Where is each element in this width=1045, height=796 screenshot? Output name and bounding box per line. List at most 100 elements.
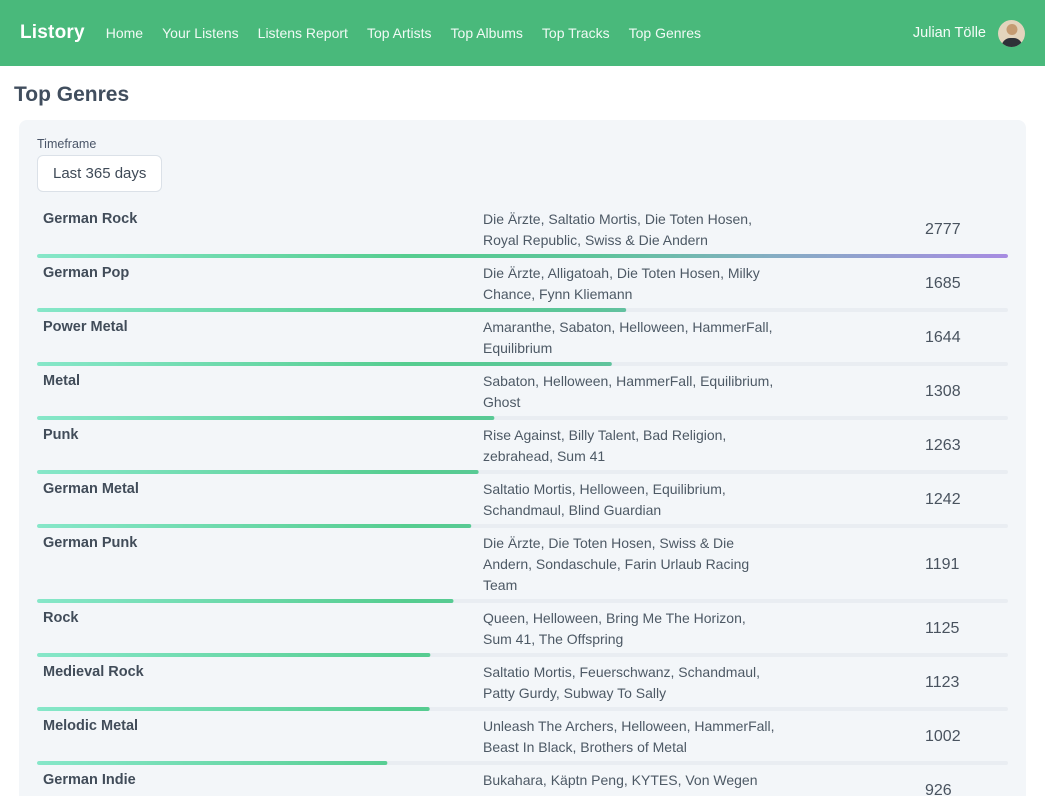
genre-bar-track — [37, 308, 1008, 312]
genre-bar-track — [37, 254, 1008, 258]
genre-artists: Saltatio Mortis, Helloween, Equilibrium,… — [483, 479, 775, 521]
genre-name: German Rock — [43, 209, 483, 230]
genre-row-content: German Rock Die Ärzte, Saltatio Mortis, … — [37, 209, 1008, 251]
genre-bar-track — [37, 416, 1008, 420]
genre-play-count: 1644 — [925, 328, 1002, 348]
genre-artists-column: Saltatio Mortis, Feuerschwanz, Schandmau… — [483, 662, 925, 704]
genre-bar — [37, 470, 1008, 474]
genre-play-count: 926 — [925, 781, 1002, 796]
main-content: Top Genres Timeframe Last 365 days Germa… — [0, 83, 1045, 796]
genre-artists-column: Sabaton, Helloween, HammerFall, Equilibr… — [483, 371, 925, 413]
user-avatar[interactable] — [998, 20, 1025, 47]
genre-artists-column: Die Ärzte, Alligatoah, Die Toten Hosen, … — [483, 263, 925, 305]
genre-row-content: German Indie Bukahara, Käptn Peng, KYTES… — [37, 770, 1008, 796]
genre-row-content: Power Metal Amaranthe, Sabaton, Hellowee… — [37, 317, 1008, 359]
genre-artists-column: Unleash The Archers, Helloween, HammerFa… — [483, 716, 925, 758]
timeframe-label: Timeframe — [37, 137, 1008, 151]
genre-row: German Metal Saltatio Mortis, Helloween,… — [37, 479, 1008, 528]
genre-row-content: German Pop Die Ärzte, Alligatoah, Die To… — [37, 263, 1008, 305]
genre-play-count: 1308 — [925, 382, 1002, 402]
genre-play-count: 2777 — [925, 220, 1002, 240]
genre-name: Punk — [43, 425, 483, 446]
genre-artists: Unleash The Archers, Helloween, HammerFa… — [483, 716, 775, 758]
genre-artists: Bukahara, Käptn Peng, KYTES, Von Wegen L… — [483, 770, 775, 796]
top-navigation-bar: Listory Home Your Listens Listens Report To… — [0, 0, 1045, 66]
timeframe-select[interactable]: Last 365 days — [37, 155, 162, 192]
genre-artists-column: Bukahara, Käptn Peng, KYTES, Von Wegen L… — [483, 770, 925, 796]
genre-row: Metal Sabaton, Helloween, HammerFall, Eq… — [37, 371, 1008, 420]
genre-row: Power Metal Amaranthe, Sabaton, Hellowee… — [37, 317, 1008, 366]
genre-row: Rock Queen, Helloween, Bring Me The Hori… — [37, 608, 1008, 657]
genre-play-count: 1002 — [925, 727, 1002, 747]
genre-name: German Metal — [43, 479, 483, 500]
genre-bar — [37, 653, 1008, 657]
genre-bar — [37, 308, 1008, 312]
genre-table: German Rock Die Ärzte, Saltatio Mortis, … — [37, 209, 1008, 796]
genre-row-content: Punk Rise Against, Billy Talent, Bad Rel… — [37, 425, 1008, 467]
app-logo[interactable]: Listory — [20, 22, 85, 44]
user-name: Julian Tölle — [913, 25, 986, 41]
genre-row: Punk Rise Against, Billy Talent, Bad Rel… — [37, 425, 1008, 474]
genre-bar — [37, 416, 1008, 420]
genre-name: Medieval Rock — [43, 662, 483, 683]
genre-name: German Pop — [43, 263, 483, 284]
avatar-person-body-icon — [1001, 38, 1022, 47]
timeframe-filter: Timeframe Last 365 days — [37, 137, 1008, 192]
genre-artists-column: Amaranthe, Sabaton, Helloween, HammerFal… — [483, 317, 925, 359]
genre-row: German Punk Die Ärzte, Die Toten Hosen, … — [37, 533, 1008, 603]
genre-bar-track — [37, 599, 1008, 603]
genre-artists: Saltatio Mortis, Feuerschwanz, Schandmau… — [483, 662, 775, 704]
genre-bar — [37, 707, 1008, 711]
genre-row: Medieval Rock Saltatio Mortis, Feuerschw… — [37, 662, 1008, 711]
genre-artists: Queen, Helloween, Bring Me The Horizon, … — [483, 608, 775, 650]
nav-item-home[interactable]: Home — [106, 25, 143, 41]
genre-artists-column: Rise Against, Billy Talent, Bad Religion… — [483, 425, 925, 467]
genre-row: German Rock Die Ärzte, Saltatio Mortis, … — [37, 209, 1008, 258]
genre-artists: Die Ärzte, Saltatio Mortis, Die Toten Ho… — [483, 209, 775, 251]
genre-row-content: Medieval Rock Saltatio Mortis, Feuerschw… — [37, 662, 1008, 704]
genre-play-count: 1685 — [925, 274, 1002, 294]
genre-artists: Sabaton, Helloween, HammerFall, Equilibr… — [483, 371, 775, 413]
genre-bar — [37, 254, 1008, 258]
avatar-person-icon — [1006, 24, 1017, 35]
genre-bar — [37, 761, 1008, 765]
genre-row-content: Rock Queen, Helloween, Bring Me The Hori… — [37, 608, 1008, 650]
genre-row-content: Metal Sabaton, Helloween, HammerFall, Eq… — [37, 371, 1008, 413]
genre-artists: Die Ärzte, Die Toten Hosen, Swiss & Die … — [483, 533, 775, 596]
genre-artists-column: Saltatio Mortis, Helloween, Equilibrium,… — [483, 479, 925, 521]
genre-play-count: 1191 — [925, 555, 1002, 575]
genre-bar-track — [37, 707, 1008, 711]
genre-row: Melodic Metal Unleash The Archers, Hello… — [37, 716, 1008, 765]
genre-bar-track — [37, 761, 1008, 765]
genre-bar-track — [37, 524, 1008, 528]
genre-name: German Indie — [43, 770, 483, 791]
genre-play-count: 1125 — [925, 619, 1002, 639]
app-root: Listory Home Your Listens Listens Report To… — [0, 0, 1045, 796]
genre-artists-column: Die Ärzte, Die Toten Hosen, Swiss & Die … — [483, 533, 925, 596]
genre-play-count: 1123 — [925, 673, 1002, 693]
nav-item-top-genres[interactable]: Top Genres — [629, 25, 701, 41]
genre-row: German Pop Die Ärzte, Alligatoah, Die To… — [37, 263, 1008, 312]
user-area: Julian Tölle — [913, 20, 1025, 47]
genre-artists: Die Ärzte, Alligatoah, Die Toten Hosen, … — [483, 263, 775, 305]
main-nav: Home Your Listens Listens Report Top Artist… — [106, 25, 701, 41]
genre-play-count: 1242 — [925, 490, 1002, 510]
page-title: Top Genres — [14, 83, 1026, 107]
genre-row: German Indie Bukahara, Käptn Peng, KYTES… — [37, 770, 1008, 796]
genre-bar — [37, 524, 1008, 528]
genre-row-content: German Metal Saltatio Mortis, Helloween,… — [37, 479, 1008, 521]
genre-bar-track — [37, 362, 1008, 366]
nav-item-top-albums[interactable]: Top Albums — [451, 25, 523, 41]
genre-bar-track — [37, 470, 1008, 474]
genre-row-content: German Punk Die Ärzte, Die Toten Hosen, … — [37, 533, 1008, 596]
nav-item-listens-report[interactable]: Listens Report — [258, 25, 348, 41]
genre-bar — [37, 599, 1008, 603]
genre-artists: Rise Against, Billy Talent, Bad Religion… — [483, 425, 775, 467]
genre-artists: Amaranthe, Sabaton, Helloween, HammerFal… — [483, 317, 775, 359]
nav-item-top-artists[interactable]: Top Artists — [367, 25, 432, 41]
timeframe-value: Last 365 days — [53, 165, 146, 182]
genre-name: Power Metal — [43, 317, 483, 338]
nav-item-top-tracks[interactable]: Top Tracks — [542, 25, 610, 41]
genre-name: Metal — [43, 371, 483, 392]
nav-item-your-listens[interactable]: Your Listens — [162, 25, 239, 41]
